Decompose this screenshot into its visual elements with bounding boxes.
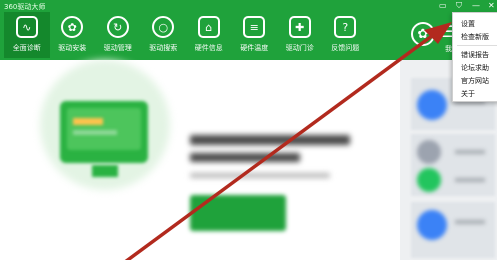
arrow-shaft: [124, 28, 442, 260]
annotation-arrow: [124, 22, 452, 260]
